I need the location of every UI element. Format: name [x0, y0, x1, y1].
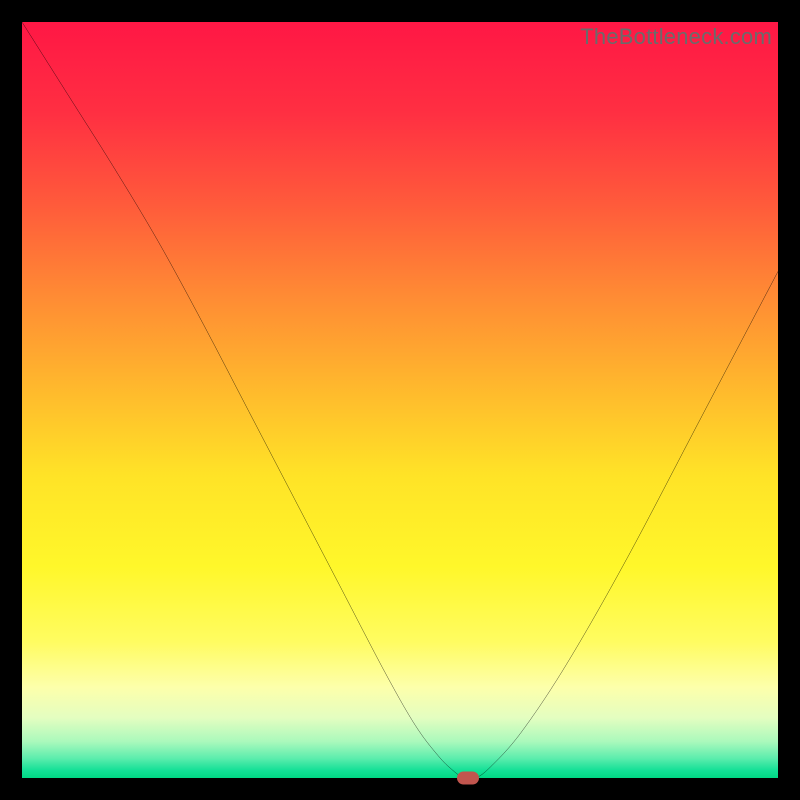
watermark-label: TheBottleneck.com: [580, 24, 772, 50]
plot-area: TheBottleneck.com: [22, 22, 778, 778]
optimal-marker: [457, 772, 479, 785]
bottleneck-curve: [22, 22, 778, 778]
chart-frame: TheBottleneck.com: [0, 0, 800, 800]
